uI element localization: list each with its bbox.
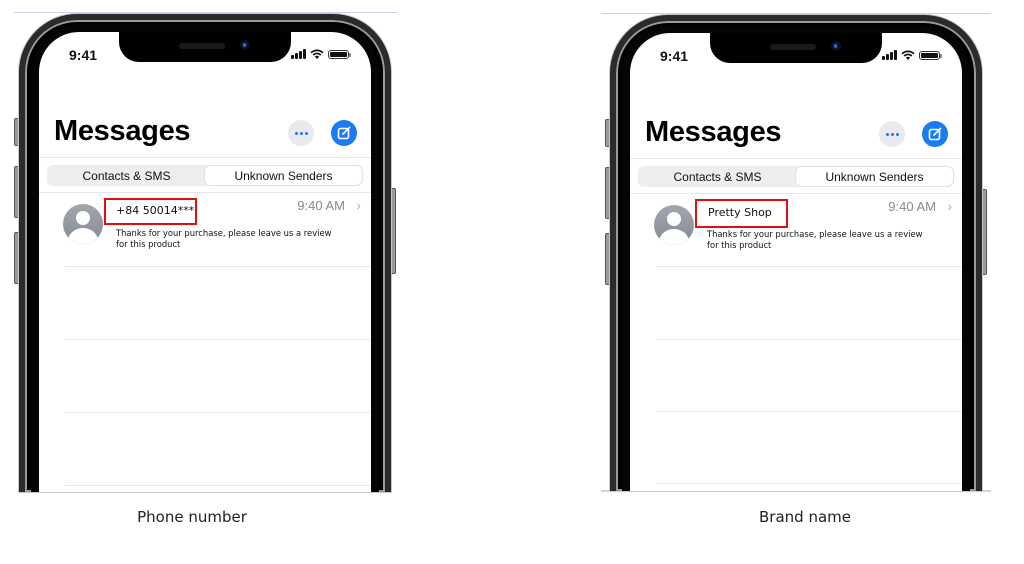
more-options-button[interactable] xyxy=(288,120,314,146)
message-time: 9:40 AM xyxy=(888,199,936,214)
list-separator xyxy=(656,411,962,412)
status-icons xyxy=(882,50,942,60)
avatar xyxy=(654,205,694,245)
list-separator xyxy=(656,339,962,340)
sender-name: +84 50014*** xyxy=(116,204,195,217)
message-preview: Thanks for your purchase, please leave u… xyxy=(707,229,923,250)
page-title: Messages xyxy=(54,115,191,147)
phone-mockup-phone-number: 9:41 Messages Contacts & SMS Unknown Sen… xyxy=(14,14,396,492)
tab-contacts-sms[interactable]: Contacts & SMS xyxy=(639,167,796,186)
caption-brand-name: Brand name xyxy=(759,508,851,526)
header-divider xyxy=(630,158,962,159)
speaker-grille xyxy=(179,43,225,49)
notch xyxy=(119,32,291,62)
compose-icon xyxy=(928,127,942,141)
list-separator xyxy=(65,339,371,340)
panel-top-line-left xyxy=(14,12,397,13)
list-separator xyxy=(65,266,371,267)
cellular-signal-icon xyxy=(882,50,897,60)
message-row[interactable]: Pretty Shop 9:40 AM › Thanks for your pu… xyxy=(630,193,962,261)
segmented-control: Contacts & SMS Unknown Senders xyxy=(638,166,954,187)
phone-screen: 9:41 Messages Contacts & SMS Unknown Sen… xyxy=(39,32,371,492)
compose-button[interactable] xyxy=(922,121,948,147)
phone-screen: 9:41 Messages Contacts & SMS Unknown Sen… xyxy=(630,33,962,491)
wifi-icon xyxy=(310,49,324,59)
tab-unknown-senders[interactable]: Unknown Senders xyxy=(205,166,362,185)
message-preview: Thanks for your purchase, please leave u… xyxy=(116,228,332,249)
segmented-control: Contacts & SMS Unknown Senders xyxy=(47,165,363,186)
chevron-right-icon: › xyxy=(947,198,952,214)
list-separator xyxy=(656,266,962,267)
status-time: 9:41 xyxy=(69,47,98,63)
front-camera xyxy=(831,41,841,51)
avatar xyxy=(63,204,103,244)
caption-phone-number: Phone number xyxy=(137,508,247,526)
notch xyxy=(710,33,882,63)
tab-contacts-sms[interactable]: Contacts & SMS xyxy=(48,166,205,185)
battery-icon xyxy=(919,50,942,60)
panel-top-line-right xyxy=(601,13,991,14)
speaker-grille xyxy=(770,44,816,50)
list-separator xyxy=(656,483,962,484)
status-time: 9:41 xyxy=(660,48,689,64)
list-separator xyxy=(65,412,371,413)
ellipsis-icon xyxy=(294,131,298,135)
ellipsis-icon xyxy=(885,132,889,136)
status-icons xyxy=(291,49,351,59)
sender-name: Pretty Shop xyxy=(708,206,772,219)
chevron-right-icon: › xyxy=(356,197,361,213)
message-row[interactable]: +84 50014*** 9:40 AM › Thanks for your p… xyxy=(39,192,371,260)
phone-mockup-brand-name: 9:41 Messages Contacts & SMS Unknown Sen… xyxy=(605,15,987,491)
front-camera xyxy=(240,40,250,50)
compose-button[interactable] xyxy=(331,120,357,146)
compose-icon xyxy=(337,126,351,140)
more-options-button[interactable] xyxy=(879,121,905,147)
battery-icon xyxy=(328,49,351,59)
wifi-icon xyxy=(901,50,915,60)
cellular-signal-icon xyxy=(291,49,306,59)
message-time: 9:40 AM xyxy=(297,198,345,213)
page-title: Messages xyxy=(645,116,782,148)
header-divider xyxy=(39,157,371,158)
tab-unknown-senders[interactable]: Unknown Senders xyxy=(796,167,953,186)
list-separator xyxy=(65,485,371,486)
